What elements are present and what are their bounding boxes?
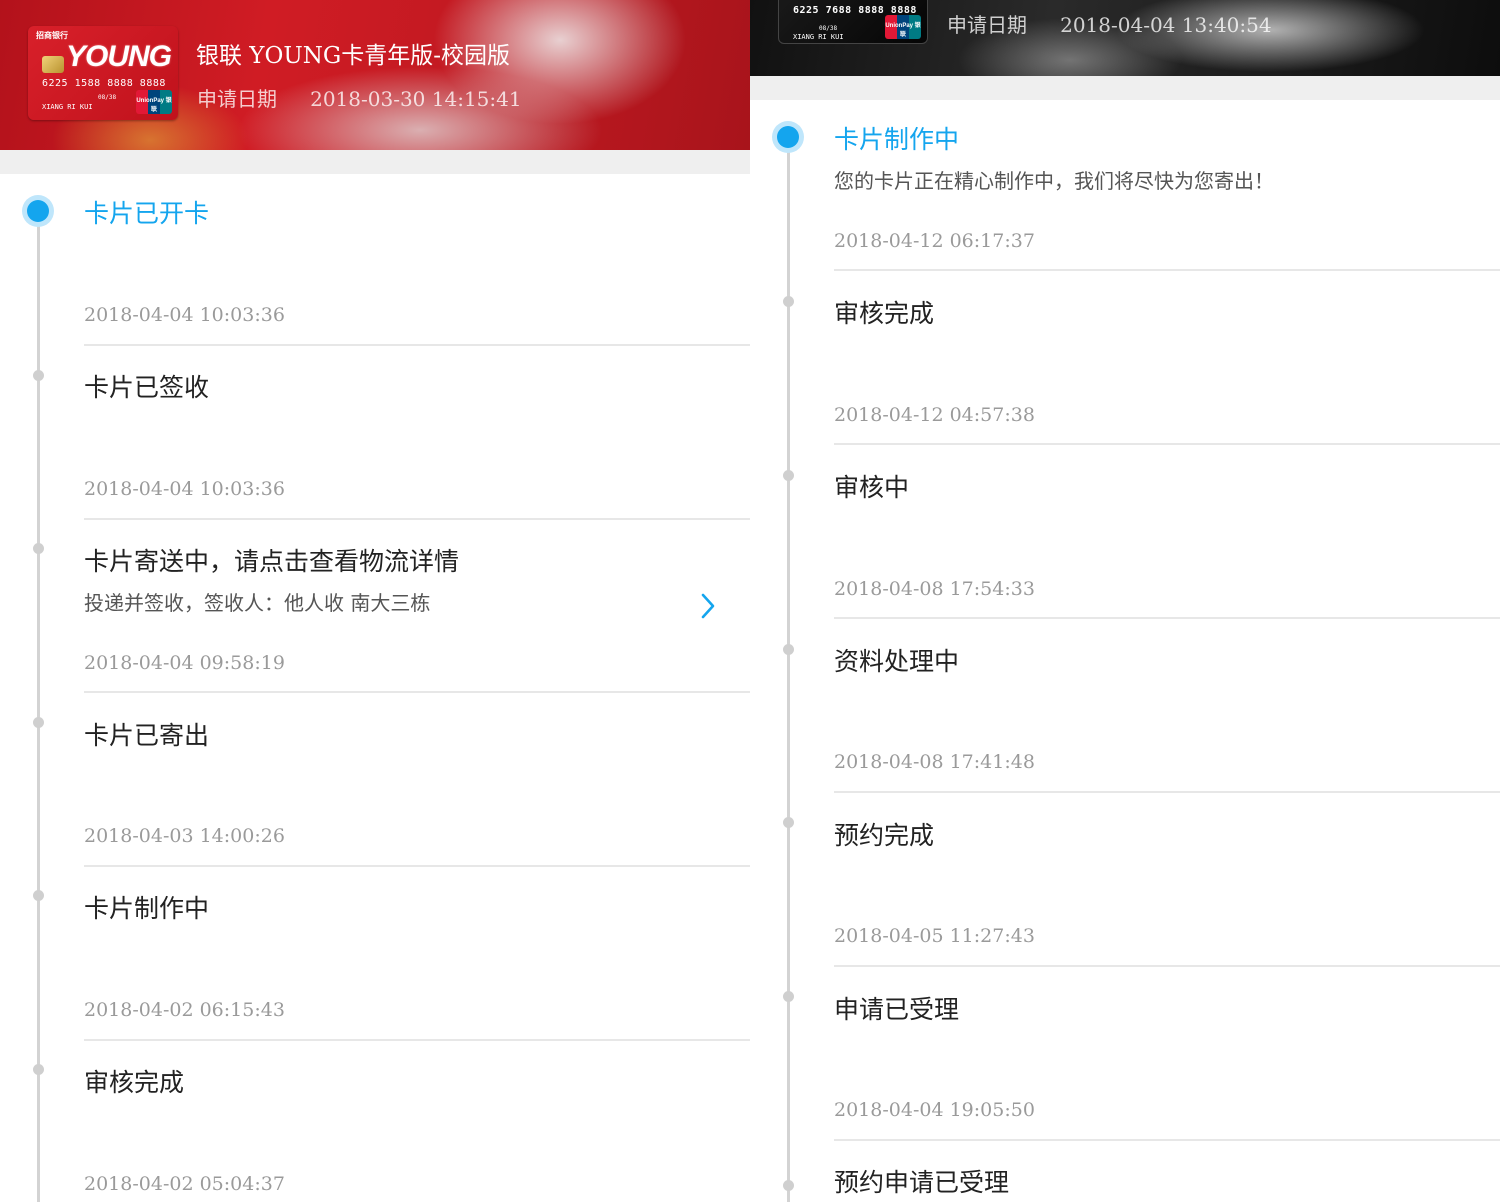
- timeline-divider: [834, 791, 1500, 793]
- timeline-entry-time: 2018-04-04 10:03:36: [84, 304, 285, 326]
- application-date-row: 申请日期 2018-03-30 14:15:41: [197, 83, 522, 112]
- timeline-line: [37, 222, 40, 1202]
- timeline-divider: [84, 344, 750, 346]
- header-separator: [750, 76, 1500, 100]
- header-separator: [0, 150, 750, 174]
- timeline-entry-time: 2018-04-08 17:54:33: [834, 578, 1035, 600]
- timeline-entry-title: 预约申请已受理: [834, 1168, 1010, 1197]
- timeline-entry-title: 卡片已寄出: [84, 721, 210, 750]
- timeline-node: [783, 1180, 794, 1191]
- timeline-entry-title: 资料处理中: [834, 647, 960, 676]
- timeline-entry-title: 预约完成: [834, 821, 935, 850]
- timeline-node: [783, 644, 794, 655]
- timeline-entry-time: 2018-04-04 09:58:19: [84, 652, 285, 674]
- timeline-node-active: [772, 121, 804, 153]
- timeline-divider: [834, 617, 1500, 619]
- card-image: 招商银行 YOUNG 6225 1588 8888 8888 08/38 XIA…: [28, 26, 178, 120]
- timeline-node: [783, 470, 794, 481]
- timeline-entry-title: 审核完成: [84, 1068, 185, 1097]
- card-holder: XIANG RI KUI: [42, 103, 93, 111]
- timeline-entry-title: 卡片制作中: [84, 894, 210, 923]
- timeline-divider: [834, 443, 1500, 445]
- timeline-node: [33, 370, 44, 381]
- timeline-entry-title: 申请已受理: [834, 995, 960, 1024]
- unionpay-logo-icon: UnionPay 银联: [885, 15, 921, 39]
- left-progress-screen: 招商银行 YOUNG 6225 1588 8888 8888 08/38 XIA…: [0, 0, 750, 1202]
- application-date-value: 2018-04-04 13:40:54: [1060, 13, 1272, 37]
- unionpay-label: UnionPay 银联: [885, 23, 921, 38]
- application-date-row: 申请日期 2018-04-04 13:40:54: [947, 9, 1272, 38]
- timeline-entry-time: 2018-04-12 04:57:38: [834, 404, 1035, 426]
- timeline-divider: [84, 1039, 750, 1041]
- card-valid: 08/38: [819, 25, 838, 32]
- timeline-entry-time: 2018-04-08 17:41:48: [834, 751, 1035, 773]
- unionpay-label: UnionPay 银联: [136, 98, 172, 113]
- card-number: 6225 1588 8888 8888: [42, 78, 166, 89]
- timeline-node: [783, 817, 794, 828]
- card-brand: YOUNG: [66, 40, 172, 73]
- timeline-entry-time: 2018-04-03 14:00:26: [84, 825, 285, 847]
- timeline-entry-time: 2018-04-02 06:15:43: [84, 999, 285, 1021]
- application-date-label: 申请日期: [947, 13, 1027, 37]
- card-holder: XIANG RI KUI: [793, 33, 844, 41]
- timeline-entry-time: 2018-04-05 11:27:43: [834, 925, 1035, 947]
- timeline-node: [33, 717, 44, 728]
- timeline-divider: [84, 691, 750, 693]
- timeline-entry-title: 卡片制作中: [834, 125, 960, 154]
- card-chip: [42, 56, 64, 73]
- card-valid: 08/38: [98, 94, 117, 101]
- timeline-node: [783, 296, 794, 307]
- timeline-entry-title: 卡片已签收: [84, 373, 210, 402]
- unionpay-logo-icon: UnionPay 银联: [136, 90, 172, 114]
- timeline-divider: [834, 1139, 1500, 1141]
- application-date-label: 申请日期: [197, 87, 277, 111]
- right-progress-screen: 6225 7688 8888 8888 08/38 XIANG RI KUI U…: [750, 0, 1500, 1202]
- card-image: 6225 7688 8888 8888 08/38 XIANG RI KUI U…: [778, 0, 928, 44]
- timeline-divider: [84, 518, 750, 520]
- shipping-details-link[interactable]: 卡片寄送中，请点击查看物流详情: [84, 542, 459, 578]
- timeline-entry-subtitle: 您的卡片正在精心制作中，我们将尽快为您寄出！: [834, 169, 1274, 193]
- card-bank-name: 招商银行: [36, 31, 68, 40]
- shipping-status-detail: 投递并签收，签收人：他人收 南大三栋: [84, 591, 431, 615]
- timeline-entry-title: 审核完成: [834, 299, 935, 328]
- timeline-entry-title: 卡片已开卡: [84, 199, 210, 228]
- application-date-value: 2018-03-30 14:15:41: [310, 87, 522, 111]
- timeline-node: [33, 543, 44, 554]
- chevron-right-icon[interactable]: [700, 593, 716, 619]
- card-header: 招商银行 YOUNG 6225 1588 8888 8888 08/38 XIA…: [0, 0, 750, 150]
- timeline-node-active: [22, 195, 54, 227]
- timeline-entry-title: 审核中: [834, 473, 910, 502]
- timeline-entry-time: 2018-04-04 19:05:50: [834, 1099, 1035, 1121]
- timeline-node: [33, 890, 44, 901]
- timeline-divider: [84, 865, 750, 867]
- timeline-divider: [834, 965, 1500, 967]
- card-product-title: 银联 YOUNG卡青年版-校园版: [196, 43, 511, 69]
- timeline-node: [33, 1064, 44, 1075]
- timeline-node: [783, 991, 794, 1002]
- timeline-divider: [834, 269, 1500, 271]
- timeline-entry-time: 2018-04-04 10:03:36: [84, 478, 285, 500]
- card-header: 6225 7688 8888 8888 08/38 XIANG RI KUI U…: [750, 0, 1500, 76]
- timeline-entry-time: 2018-04-12 06:17:37: [834, 230, 1035, 252]
- timeline-entry-time: 2018-04-02 05:04:37: [84, 1173, 285, 1195]
